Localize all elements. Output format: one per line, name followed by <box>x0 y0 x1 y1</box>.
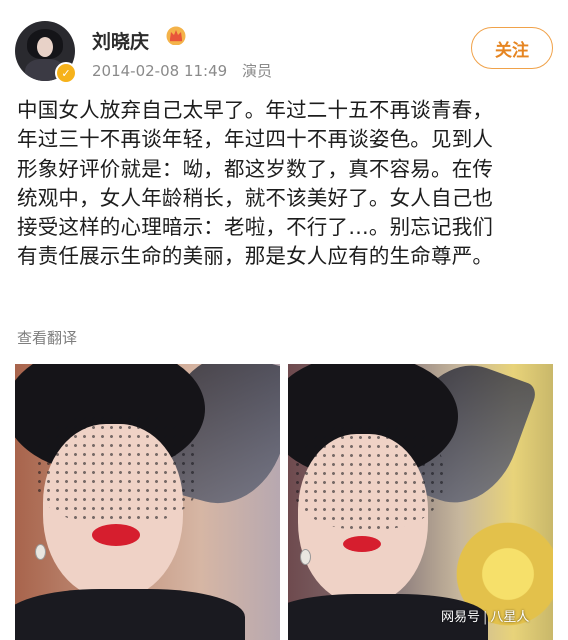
post-body-line: 形象好评价就是：呦，都这岁数了，真不容易。在传 <box>17 156 494 181</box>
watermark-separator: | <box>483 610 488 625</box>
avatar-face <box>37 37 53 57</box>
post-meta: 2014-02-08 11:49 演员 <box>92 60 272 81</box>
post-body-line: 年过三十不再谈年轻，年过四十不再谈姿色。见到人 <box>17 127 494 152</box>
earring <box>300 549 311 565</box>
follow-button[interactable]: 关注 <box>471 27 553 69</box>
author-name[interactable]: 刘晓庆 <box>92 27 149 54</box>
watermark-channel: 八星人 <box>490 610 530 625</box>
post-body-line: 有责任展示生命的美丽，那是女人应有的生命尊严。 <box>17 244 494 269</box>
post-date: 2014-02-08 11:49 <box>92 62 228 80</box>
verified-badge-icon: ✓ <box>55 62 77 84</box>
photo-woman-veil-1[interactable] <box>15 364 280 640</box>
veil <box>293 424 443 529</box>
post-body-line: 统观中，女人年龄稍长，就不该美好了。女人自己也 <box>17 185 494 210</box>
lips <box>343 536 381 552</box>
crown-icon <box>166 26 186 45</box>
earring <box>35 544 46 560</box>
veil <box>35 414 200 524</box>
lips <box>92 524 140 546</box>
author-role: 演员 <box>241 62 272 80</box>
watermark-source: 网易号 <box>441 610 481 625</box>
post-header: ✓ 刘晓庆 2014-02-08 11:49 演员 关注 <box>0 0 568 88</box>
post-body: 中国女人放弃自己太早了。年过二十五不再谈青春， 年过三十不再谈年轻，年过四十不再… <box>17 96 557 272</box>
post-body-line: 接受这样的心理暗示：老啦，不行了…。别忘记我们 <box>17 215 494 240</box>
post-body-line: 中国女人放弃自己太早了。年过二十五不再谈青春， <box>17 98 494 122</box>
dress <box>15 589 245 640</box>
watermark: 网易号 | 八星人 <box>441 606 529 625</box>
view-translation-link[interactable]: 查看翻译 <box>17 327 77 348</box>
photo-woman-veil-2[interactable] <box>288 364 553 640</box>
